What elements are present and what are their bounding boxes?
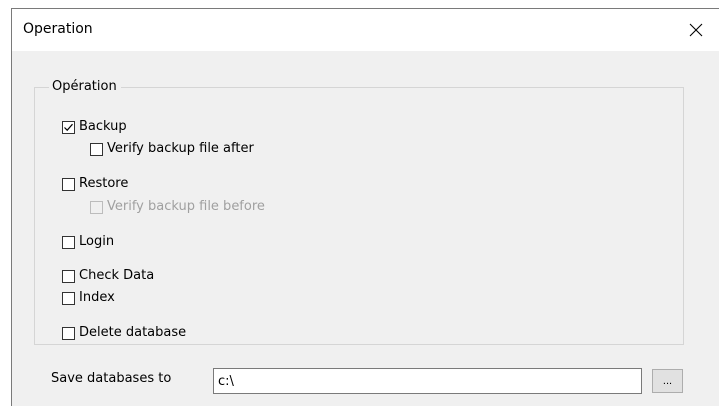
restore-label: Restore: [79, 176, 129, 191]
verify-after-checkbox-box[interactable]: [90, 142, 103, 156]
verify-after-label: Verify backup file after: [107, 141, 254, 156]
backup-checkbox-box[interactable]: [62, 120, 75, 134]
checkmark-icon: [64, 123, 73, 131]
index-label: Index: [79, 290, 115, 305]
delete-database-checkbox-box[interactable]: [62, 326, 75, 340]
close-icon: [689, 23, 703, 37]
index-checkbox-box[interactable]: [62, 291, 75, 305]
restore-checkbox[interactable]: Restore: [62, 175, 128, 193]
restore-checkbox-box[interactable]: [62, 177, 75, 191]
backup-checkbox[interactable]: Backup: [62, 118, 127, 136]
close-button[interactable]: [673, 9, 719, 51]
save-databases-label: Save databases to: [51, 371, 172, 386]
delete-database-label: Delete database: [79, 325, 187, 340]
browse-button[interactable]: ...: [652, 369, 683, 393]
verify-before-checkbox: Verify backup file before: [90, 198, 265, 216]
operation-groupbox: [34, 87, 684, 345]
delete-database-checkbox[interactable]: Delete database: [62, 324, 186, 342]
verify-after-checkbox[interactable]: Verify backup file after: [90, 140, 254, 158]
window-title: Operation: [23, 21, 93, 37]
login-checkbox-box[interactable]: [62, 235, 75, 249]
groupbox-legend: Opération: [49, 79, 121, 94]
save-path-input[interactable]: [213, 368, 642, 394]
backup-label: Backup: [79, 119, 127, 134]
title-bar: Operation: [12, 9, 719, 51]
login-label: Login: [79, 234, 115, 249]
check-data-label: Check Data: [79, 268, 155, 283]
verify-before-checkbox-box: [90, 200, 103, 214]
verify-before-label: Verify backup file before: [107, 199, 265, 214]
check-data-checkbox[interactable]: Check Data: [62, 267, 154, 285]
index-checkbox[interactable]: Index: [62, 289, 115, 307]
check-data-checkbox-box[interactable]: [62, 269, 75, 283]
login-checkbox[interactable]: Login: [62, 233, 114, 251]
